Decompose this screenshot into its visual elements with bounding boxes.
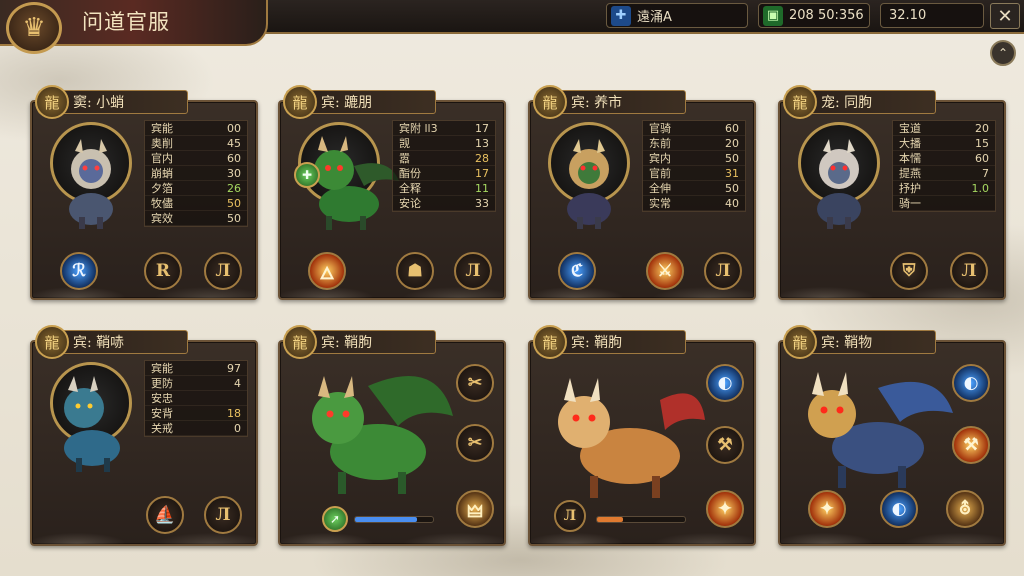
stat-table: 宝道 20 大播 15 本懦 60 提燕 7 抒护 1.0 骑一 — [892, 120, 996, 212]
pet-card-2[interactable]: 龍 宾: 蹗朋 ✚ 宾附 ll3 17 觊 13 嚣 28 酯份 17 全释 11 安论 3… — [278, 85, 506, 300]
pet-card-title: 龍 宾: 鞘哧 — [35, 325, 188, 359]
flame-qilin-creature-icon — [558, 378, 705, 498]
pet-card-3[interactable]: 龍 宾: 养市 官骑 60 东前 20 宾内 50 官前 31 全伸 50 实常 40 ℭ … — [528, 85, 756, 300]
blue-winged-qilin-creature-icon — [808, 372, 953, 488]
currency-display[interactable]: ▣ 208 50:356 — [758, 3, 870, 28]
page-title: 问道官服 — [82, 10, 170, 34]
pet-portrait — [794, 122, 884, 240]
close-button[interactable]: ✕ — [990, 3, 1020, 29]
pet-card-title: 龍 宾: 鞘朐 — [533, 325, 686, 359]
jade-currency-icon: ▣ — [763, 5, 783, 26]
stat-table: 宾附 ll3 17 觊 13 嚣 28 酯份 17 全释 11 安论 33 — [392, 120, 496, 212]
pet-card-title: 龍 宾: 蹗朋 — [283, 85, 436, 119]
pet-card-title: 龍 宠: 同朐 — [783, 85, 936, 119]
player-name: 遠涌A — [637, 10, 672, 25]
stat-table: 宾能 00 奥削 45 官内 60 崩蛸 30 夕箔 26 牧儘 50 宾效 50 — [144, 120, 248, 227]
element-badge-icon: ✚ — [294, 162, 320, 188]
dragon-emblem-icon: 龍 — [783, 85, 817, 119]
golden-qilin-creature-icon — [567, 139, 611, 229]
level-display: 32.10 — [880, 3, 984, 28]
close-icon: ✕ — [997, 5, 1013, 27]
pet-portrait — [46, 362, 136, 480]
pet-card-title: 龍 宾: 鞘物 — [783, 325, 936, 359]
blue-qilin-creature-icon — [64, 376, 120, 472]
level-value: 32.10 — [889, 8, 927, 23]
pet-card-6[interactable]: 龍 宾: 鞘朐 ✂ ✂ 🜲 ➚ — [278, 325, 506, 546]
skill-icon[interactable]: ⚒ — [952, 426, 990, 464]
chevron-up-icon: ⌃ — [997, 46, 1009, 60]
pet-portrait — [46, 122, 136, 240]
pet-card-title: 龍 宾: 养市 — [533, 85, 686, 119]
player-name-display[interactable]: ✚ 遠涌A — [606, 3, 748, 28]
dragon-crest-icon: ♛ — [6, 2, 62, 54]
currency-value: 208 50:356 — [789, 8, 864, 23]
dragon-emblem-icon: 龍 — [283, 325, 317, 359]
dragon-emblem-icon: 龍 — [35, 85, 69, 119]
qilin-creature-icon — [69, 139, 113, 229]
dragon-emblem-icon: 龍 — [283, 85, 317, 119]
skill-icon[interactable]: ⚒ — [706, 426, 744, 464]
skill-icon[interactable]: ◐ — [706, 364, 744, 402]
pet-card-7[interactable]: 龍 宾: 鞘朐 ◐ ⚒ ✦ Л — [528, 325, 756, 546]
skill-icon[interactable]: ◐ — [952, 364, 990, 402]
pet-card-8[interactable]: 龍 宾: 鞘物 ◐ ⚒ ✦ ◐ ⛢ — [778, 325, 1006, 546]
pet-card-title: 龍 宾: 鞘朐 — [283, 325, 436, 359]
dragon-emblem-icon: 龍 — [533, 85, 567, 119]
pet-card-title: 龍 窦: 小蛸 — [35, 85, 188, 119]
pet-card-4[interactable]: 龍 宠: 同朐 宝道 20 大播 15 本懦 60 提燕 7 抒护 1.0 骑一 ⛨ Л — [778, 85, 1006, 300]
stat-table: 宾能 97 更防 4 安忠 安背 18 关戒 0 — [144, 360, 248, 437]
silver-qilin-creature-icon — [817, 139, 861, 229]
dragon-emblem-icon: 龍 — [35, 325, 69, 359]
player-avatar-icon: ✚ — [611, 5, 631, 26]
pet-card-5[interactable]: 龍 宾: 鞘哧 宾能 97 更防 4 安忠 安背 18 关戒 0 ⛵ Л — [30, 325, 258, 546]
skill-icon[interactable]: ✂ — [456, 424, 494, 462]
collapse-button[interactable]: ⌃ — [990, 40, 1016, 66]
title-plate: ♛ 问道官服 — [0, 0, 268, 54]
pet-card-1[interactable]: 龍 窦: 小蛸 宾能 00 奥削 45 官内 60 崩蛸 30 夕箔 26 牧儘 50 宾效… — [30, 85, 258, 300]
stat-table: 官骑 60 东前 20 宾内 50 官前 31 全伸 50 实常 40 — [642, 120, 746, 212]
pet-portrait — [544, 122, 634, 240]
winged-green-dragon-creature-icon — [312, 376, 453, 494]
skill-icon[interactable]: ✂ — [456, 364, 494, 402]
dragon-emblem-icon: 龍 — [533, 325, 567, 359]
dragon-emblem-icon: 龍 — [783, 325, 817, 359]
